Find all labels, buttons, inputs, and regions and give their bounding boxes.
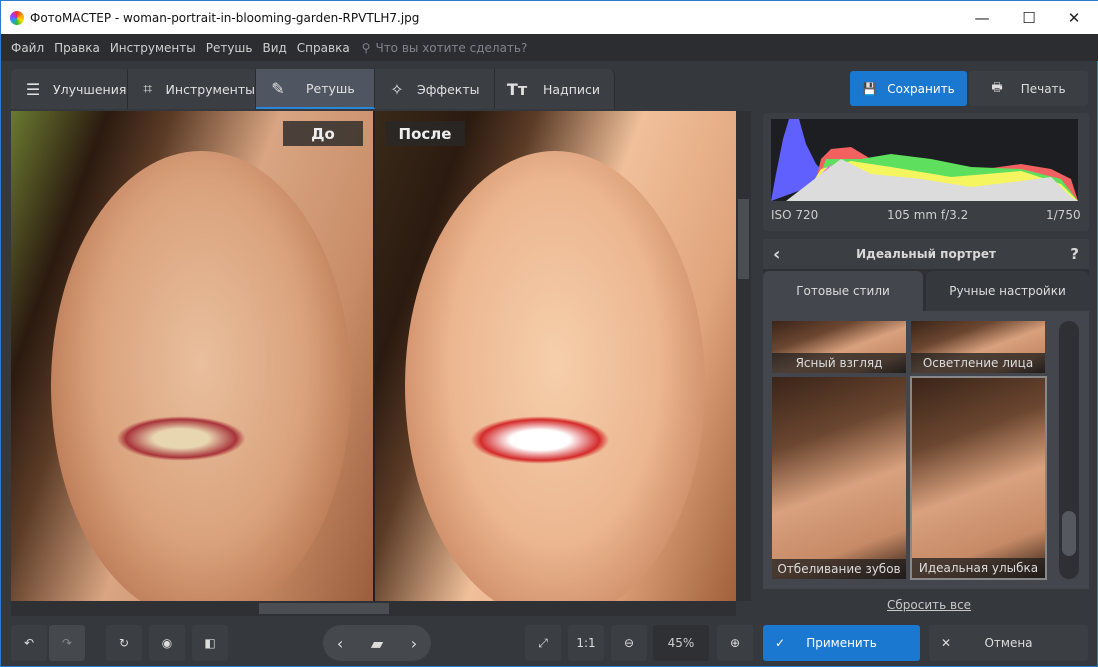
cancel-label: Отмена	[984, 636, 1033, 650]
tab-label: Улучшения	[53, 81, 127, 97]
menu-edit[interactable]: Правка	[54, 41, 100, 55]
style-teeth-whitening[interactable]: Отбеливание зубов	[772, 377, 906, 579]
preview-button[interactable]: ◉	[149, 625, 185, 661]
search-input[interactable]: Что вы хотите сделать?	[375, 41, 527, 55]
before-label: До	[283, 121, 363, 146]
minus-icon: ⊖	[623, 636, 635, 650]
style-caption: Идеальная улыбка	[912, 558, 1045, 578]
style-caption: Отбеливание зубов	[772, 559, 906, 579]
navigation-group: ‹ ▰ ›	[323, 625, 431, 661]
after-photo[interactable]	[375, 111, 736, 601]
tab-effects[interactable]: ✧ Эффекты	[375, 69, 495, 109]
window-title: ФотоМАСТЕР - woman-portrait-in-blooming-…	[30, 10, 420, 25]
magic-wand-icon: ✧	[390, 79, 404, 99]
menu-help[interactable]: Справка	[297, 41, 350, 55]
sliders-icon: ☰	[25, 79, 41, 99]
iso-value: ISO 720	[771, 208, 819, 222]
undo-button[interactable]: ↶	[11, 625, 47, 661]
tab-label: Инструменты	[165, 81, 255, 97]
style-caption: Ясный взгляд	[772, 353, 906, 373]
search-icon: ⚲	[361, 40, 371, 55]
zoom-level[interactable]: 45%	[653, 625, 709, 661]
panel-title: Идеальный портрет	[856, 247, 996, 261]
apply-button[interactable]: ✓ Применить	[763, 625, 920, 661]
undo-icon: ↶	[23, 636, 35, 650]
menu-file[interactable]: Файл	[11, 41, 44, 55]
before-photo[interactable]	[11, 111, 373, 601]
reset-all-link[interactable]: Сбросить все	[887, 598, 971, 612]
rotate-icon: ↻	[118, 636, 130, 650]
menu-tools[interactable]: Инструменты	[110, 41, 196, 55]
actual-size-button[interactable]: 1:1	[568, 625, 604, 661]
tab-tools[interactable]: ⌗ Инструменты	[128, 69, 256, 109]
tab-retouch[interactable]: ✎ Ретушь	[256, 69, 375, 109]
maximize-button[interactable]: ☐	[1006, 1, 1052, 34]
brush-icon: ✎	[271, 78, 285, 98]
menu-bar: Файл Правка Инструменты Ретушь Вид Справ…	[1, 34, 1098, 61]
close-button[interactable]: ✕	[1051, 1, 1097, 34]
printer-icon: 🖶	[991, 80, 1003, 94]
style-caption: Осветление лица	[911, 353, 1045, 373]
lens-value: 105 mm f/3.2	[887, 208, 969, 222]
zoom-in-button[interactable]: ⊕	[717, 625, 753, 661]
tab-label: Надписи	[543, 81, 600, 97]
apply-label: Применить	[806, 636, 877, 650]
split-divider[interactable]	[373, 111, 375, 601]
minimize-button[interactable]: —	[959, 1, 1005, 34]
rotate-button[interactable]: ↻	[106, 625, 142, 661]
tab-text[interactable]: Tт Надписи	[495, 69, 615, 109]
vertical-scrollbar[interactable]	[736, 111, 751, 601]
help-button[interactable]: ?	[1070, 245, 1079, 263]
search-box[interactable]: ⚲ Что вы хотите сделать?	[362, 41, 528, 55]
horizontal-scrollbar[interactable]	[11, 601, 736, 616]
crop-icon: ⌗	[143, 79, 153, 98]
redo-button[interactable]: ↷	[49, 625, 85, 661]
eye-icon: ◉	[161, 636, 173, 650]
back-chevron-icon[interactable]: ‹	[773, 244, 780, 265]
tab-label: Ретушь	[306, 80, 355, 96]
after-label: После	[385, 121, 465, 146]
menu-retouch[interactable]: Ретушь	[206, 41, 253, 55]
subtab-manual[interactable]: Ручные настройки	[926, 271, 1089, 311]
compare-button[interactable]: ◧	[192, 625, 228, 661]
save-label: Сохранить	[887, 81, 955, 96]
app-logo-icon	[10, 10, 24, 25]
shutter-value: 1/750	[1046, 208, 1081, 222]
style-perfect-smile[interactable]: Идеальная улыбка	[910, 376, 1047, 580]
text-icon: Tт	[506, 79, 528, 99]
menu-view[interactable]: Вид	[262, 41, 286, 55]
prev-image-button[interactable]: ‹	[337, 634, 343, 653]
save-button[interactable]: 💾 Сохранить	[850, 71, 967, 106]
zoom-out-button[interactable]: ⊖	[611, 625, 647, 661]
redo-icon: ↷	[61, 636, 73, 650]
subtab-presets[interactable]: Готовые стили	[763, 271, 923, 311]
tab-label: Эффекты	[417, 81, 480, 97]
histogram-panel: ISO 720 105 mm f/3.2 1/750	[763, 113, 1089, 231]
title-bar: ФотоМАСТЕР - woman-portrait-in-blooming-…	[1, 1, 1098, 34]
check-icon: ✓	[775, 636, 786, 650]
print-label: Печать	[1020, 81, 1066, 96]
open-folder-icon[interactable]: ▰	[371, 634, 383, 653]
save-icon: 💾	[862, 81, 878, 96]
style-clear-look[interactable]: Ясный взгляд	[772, 321, 906, 373]
histogram-chart	[771, 119, 1078, 201]
panel-header: ‹ Идеальный портрет ?	[763, 239, 1089, 269]
tab-enhancements[interactable]: ☰ Улучшения	[11, 69, 128, 109]
presets-scrollbar[interactable]	[1059, 321, 1079, 579]
style-face-brightening[interactable]: Осветление лица	[911, 321, 1045, 373]
next-image-button[interactable]: ›	[411, 634, 417, 653]
fit-icon: ⤢	[538, 635, 548, 650]
cancel-button[interactable]: ✕ Отмена	[929, 625, 1088, 661]
x-icon: ✕	[941, 636, 952, 650]
print-button[interactable]: 🖶 Печать	[969, 71, 1088, 106]
compare-icon: ◧	[204, 636, 216, 650]
plus-icon: ⊕	[729, 636, 741, 650]
fit-screen-button[interactable]: ⤢	[525, 625, 561, 661]
